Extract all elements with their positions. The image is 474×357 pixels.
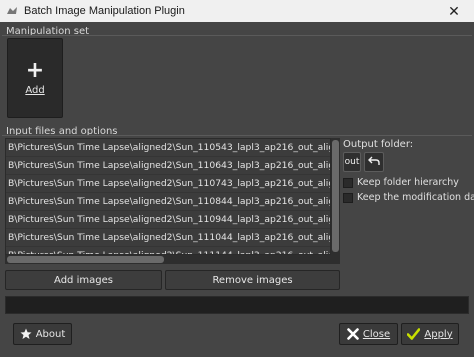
file-list-item[interactable]: B\Pictures\Sun Time Lapse\aligned2\Sun_1… (6, 175, 330, 193)
star-icon (20, 328, 32, 340)
apply-button[interactable]: Apply (401, 323, 459, 345)
keep-hierarchy-checkbox[interactable]: Keep folder hierarchy (343, 177, 459, 188)
close-x-icon (347, 328, 359, 340)
file-list-item[interactable]: B\Pictures\Sun Time Lapse\aligned2\Sun_1… (6, 211, 330, 229)
manipulation-set-divider (2, 35, 472, 36)
close-label: Close (362, 328, 391, 340)
keep-hierarchy-box[interactable] (343, 177, 353, 188)
file-list-item[interactable]: B\Pictures\Sun Time Lapse\aligned2\Sun_1… (6, 247, 330, 254)
file-list-horizontal-scrollbar[interactable] (5, 255, 340, 264)
file-list-item[interactable]: B\Pictures\Sun Time Lapse\aligned2\Sun_1… (6, 157, 330, 175)
vertical-scroll-thumb[interactable] (332, 140, 339, 252)
window-title: Batch Image Manipulation Plugin (24, 5, 185, 17)
title-bar: Batch Image Manipulation Plugin ✕ (0, 0, 474, 22)
add-manipulation-button[interactable]: + Add (7, 38, 63, 118)
file-list-item[interactable]: B\Pictures\Sun Time Lapse\aligned2\Sun_1… (6, 139, 330, 157)
output-folder-button[interactable]: out (343, 152, 361, 172)
horizontal-scroll-thumb[interactable] (7, 256, 164, 263)
checkmark-icon (407, 328, 421, 340)
input-files-divider (2, 135, 472, 136)
apply-label: Apply (424, 328, 453, 340)
file-list-item[interactable]: B\Pictures\Sun Time Lapse\aligned2\Sun_1… (6, 193, 330, 211)
reset-output-folder-button[interactable] (364, 152, 384, 172)
input-file-list[interactable]: B\Pictures\Sun Time Lapse\aligned2\Sun_1… (5, 138, 331, 255)
about-label: About (35, 328, 66, 340)
keep-dates-label: Keep the modification dates (357, 192, 474, 203)
window-close-button[interactable]: ✕ (434, 0, 474, 22)
output-folder-label: Output folder: (343, 139, 414, 150)
keep-dates-box[interactable] (343, 192, 353, 203)
file-list-vertical-scrollbar[interactable] (331, 138, 340, 255)
file-list-item[interactable]: B\Pictures\Sun Time Lapse\aligned2\Sun_1… (6, 229, 330, 247)
progress-bar (5, 296, 469, 314)
keep-dates-checkbox[interactable]: Keep the modification dates (343, 192, 474, 203)
add-manipulation-label: Add (25, 84, 45, 96)
undo-arrow-icon (368, 156, 380, 169)
keep-hierarchy-label: Keep folder hierarchy (357, 177, 459, 188)
plus-icon: + (25, 57, 45, 83)
close-button[interactable]: Close (339, 323, 398, 345)
gimp-app-icon (6, 6, 18, 16)
about-button[interactable]: About (13, 323, 72, 345)
add-images-button[interactable]: Add images (5, 270, 162, 290)
remove-images-button[interactable]: Remove images (165, 270, 340, 290)
